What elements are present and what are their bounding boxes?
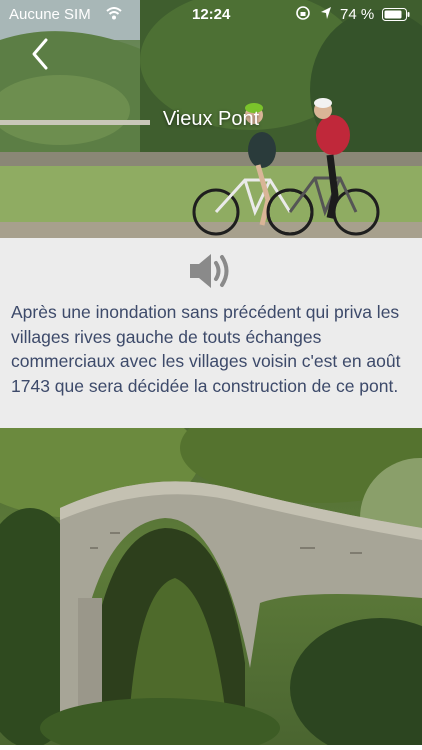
audio-play-button[interactable] [186,248,236,294]
back-button[interactable] [26,36,56,72]
bridge-photo [0,428,422,745]
status-bar: Aucune SIM 12:24 74 % [0,0,422,30]
bottom-divider [0,745,422,750]
page-title: Vieux Pont [162,108,260,130]
chevron-left-icon [32,38,48,70]
hero-photo: Aucune SIM 12:24 74 % Vieux Pont [0,0,422,238]
carrier-label: Aucune SIM [9,6,91,23]
speaker-icon [190,254,229,288]
description-panel: Après une inondation sans précédent qui … [0,238,422,428]
battery-percent: 74 % [340,6,375,23]
stone-bridge-image [0,428,422,745]
status-time: 12:24 [192,6,231,23]
description-text: Après une inondation sans précédent qui … [11,302,401,396]
